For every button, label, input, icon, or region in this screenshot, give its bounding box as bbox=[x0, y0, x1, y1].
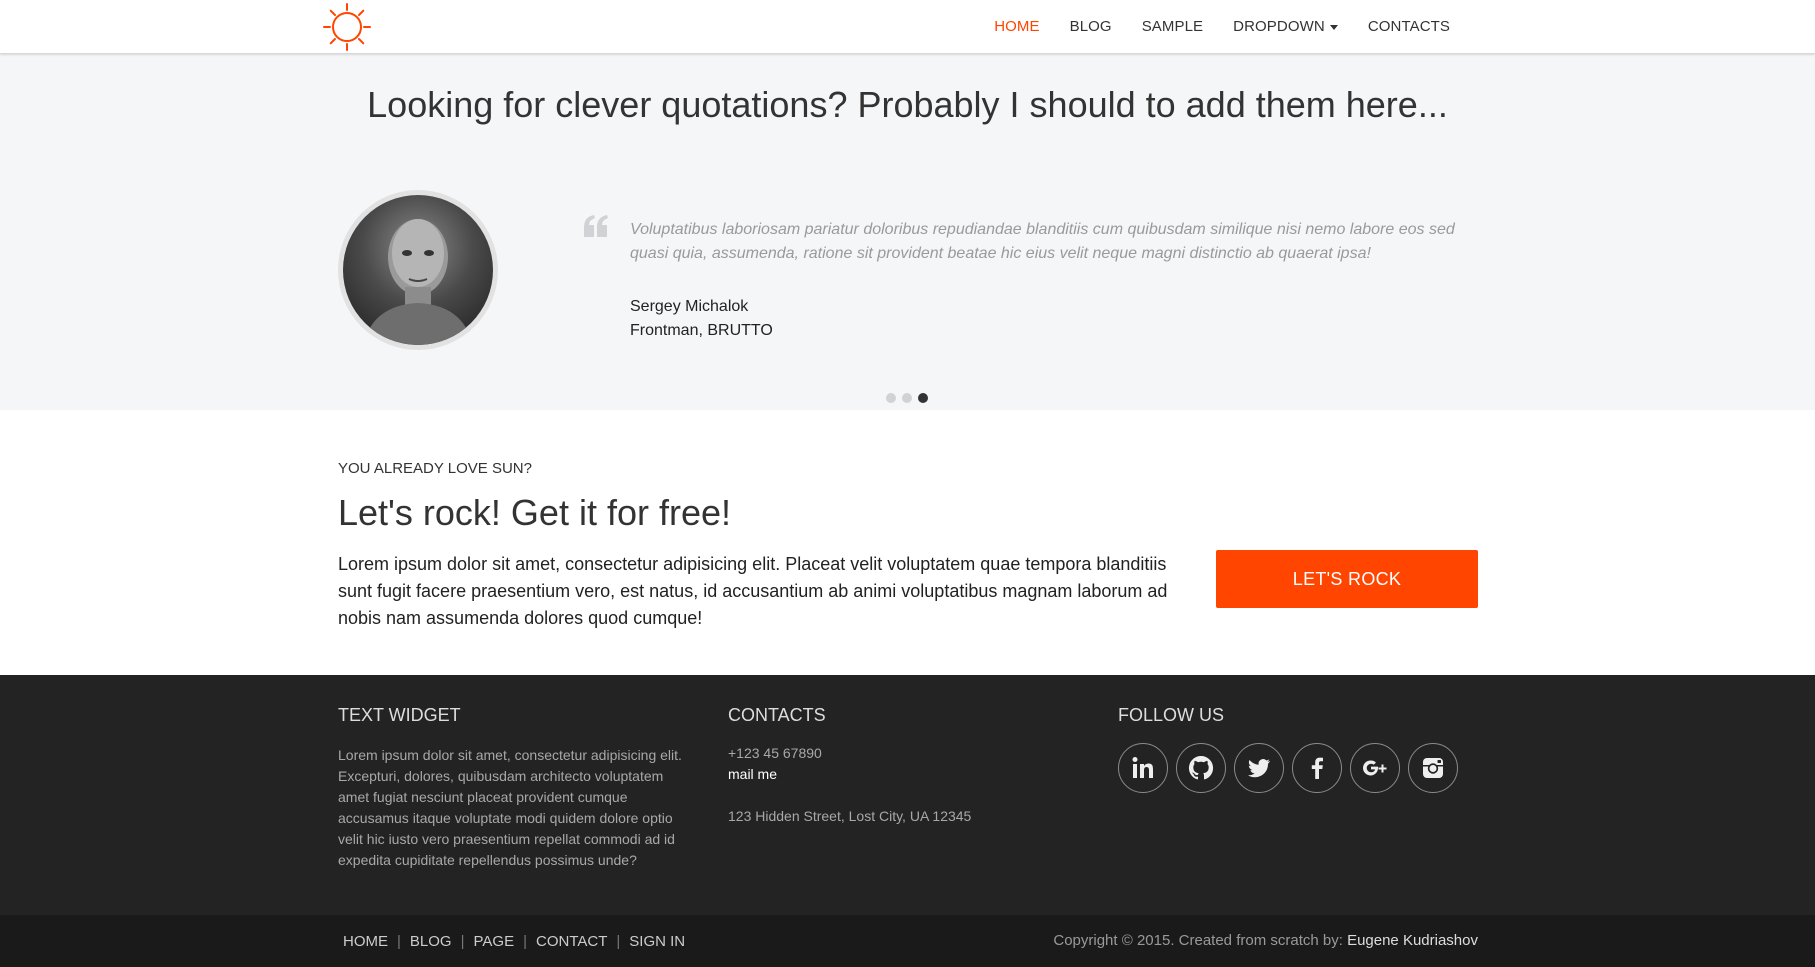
footer-link-blog[interactable]: BLOG bbox=[405, 933, 457, 950]
nav-sample[interactable]: SAMPLE bbox=[1127, 0, 1218, 54]
contacts-title: CONTACTS bbox=[728, 705, 826, 725]
nav-home[interactable]: HOME bbox=[979, 0, 1054, 54]
carousel-dot-1[interactable] bbox=[886, 393, 896, 403]
instagram-icon[interactable] bbox=[1408, 743, 1458, 793]
bottom-bar: HOME | BLOG | PAGE | CONTACT | SIGN IN C… bbox=[0, 915, 1815, 967]
nav-dropdown-label: DROPDOWN bbox=[1233, 18, 1325, 35]
copyright: Copyright © 2015. Created from scratch b… bbox=[1053, 915, 1478, 967]
github-icon[interactable] bbox=[1176, 743, 1226, 793]
sun-icon[interactable] bbox=[322, 2, 372, 52]
footer-separator: | bbox=[523, 932, 527, 950]
main-nav: HOME BLOG SAMPLE DROPDOWN CONTACTS bbox=[979, 0, 1465, 54]
cta-eyebrow: YOU ALREADY LOVE SUN? bbox=[338, 460, 532, 477]
social-links bbox=[1118, 743, 1458, 793]
footer-nav: HOME | BLOG | PAGE | CONTACT | SIGN IN bbox=[338, 915, 690, 967]
caret-down-icon bbox=[1329, 24, 1338, 30]
follow-us-title: FOLLOW US bbox=[1118, 705, 1225, 725]
quote-author: Sergey Michalok bbox=[630, 298, 749, 315]
carousel-indicators bbox=[886, 393, 928, 403]
lets-rock-button[interactable]: LET'S ROCK bbox=[1216, 550, 1478, 608]
avatar-photo bbox=[343, 195, 493, 345]
mail-me-link[interactable]: mail me bbox=[728, 766, 777, 782]
contact-address: 123 Hidden Street, Lost City, UA 12345 bbox=[728, 808, 972, 824]
testimonials-heading: Looking for clever quotations? Probably … bbox=[367, 84, 1448, 125]
linkedin-icon[interactable] bbox=[1118, 743, 1168, 793]
footer: TEXT WIDGET Lorem ipsum dolor sit amet, … bbox=[0, 675, 1815, 915]
footer-separator: | bbox=[397, 932, 401, 950]
copyright-text: Copyright © 2015. Created from scratch b… bbox=[1053, 932, 1343, 949]
carousel-dot-2[interactable] bbox=[902, 393, 912, 403]
cta-title: Let's rock! Get it for free! bbox=[338, 492, 732, 533]
footer-link-contact[interactable]: CONTACT bbox=[531, 933, 612, 950]
footer-link-page[interactable]: PAGE bbox=[469, 933, 520, 950]
text-widget-body: Lorem ipsum dolor sit amet, consectetur … bbox=[338, 747, 682, 868]
text-widget-title: TEXT WIDGET bbox=[338, 705, 461, 725]
carousel-dot-3[interactable] bbox=[918, 393, 928, 403]
nav-dropdown[interactable]: DROPDOWN bbox=[1218, 0, 1353, 54]
footer-separator: | bbox=[616, 932, 621, 950]
footer-link-home[interactable]: HOME bbox=[338, 933, 393, 950]
footer-separator: | bbox=[460, 932, 465, 950]
quote-text: Voluptatibus laboriosam pariatur dolorib… bbox=[630, 221, 1455, 262]
footer-link-sign-in[interactable]: SIGN IN bbox=[624, 933, 690, 950]
copyright-author-link[interactable]: Eugene Kudriashov bbox=[1347, 932, 1478, 949]
contact-phone: +123 45 67890 bbox=[728, 745, 822, 761]
cta-section: YOU ALREADY LOVE SUN? Let's rock! Get it… bbox=[0, 410, 1815, 675]
facebook-icon[interactable] bbox=[1292, 743, 1342, 793]
navbar: HOME BLOG SAMPLE DROPDOWN CONTACTS bbox=[0, 0, 1815, 54]
quote-icon bbox=[584, 215, 608, 237]
twitter-icon[interactable] bbox=[1234, 743, 1284, 793]
quote-author-role: Frontman, BRUTTO bbox=[630, 322, 773, 339]
nav-blog[interactable]: BLOG bbox=[1055, 0, 1127, 54]
cta-body: Lorem ipsum dolor sit amet, consectetur … bbox=[338, 554, 1168, 628]
nav-contacts[interactable]: CONTACTS bbox=[1353, 0, 1465, 54]
avatar bbox=[338, 190, 498, 350]
google-plus-icon[interactable] bbox=[1350, 743, 1400, 793]
testimonials-section: Looking for clever quotations? Probably … bbox=[0, 54, 1815, 410]
